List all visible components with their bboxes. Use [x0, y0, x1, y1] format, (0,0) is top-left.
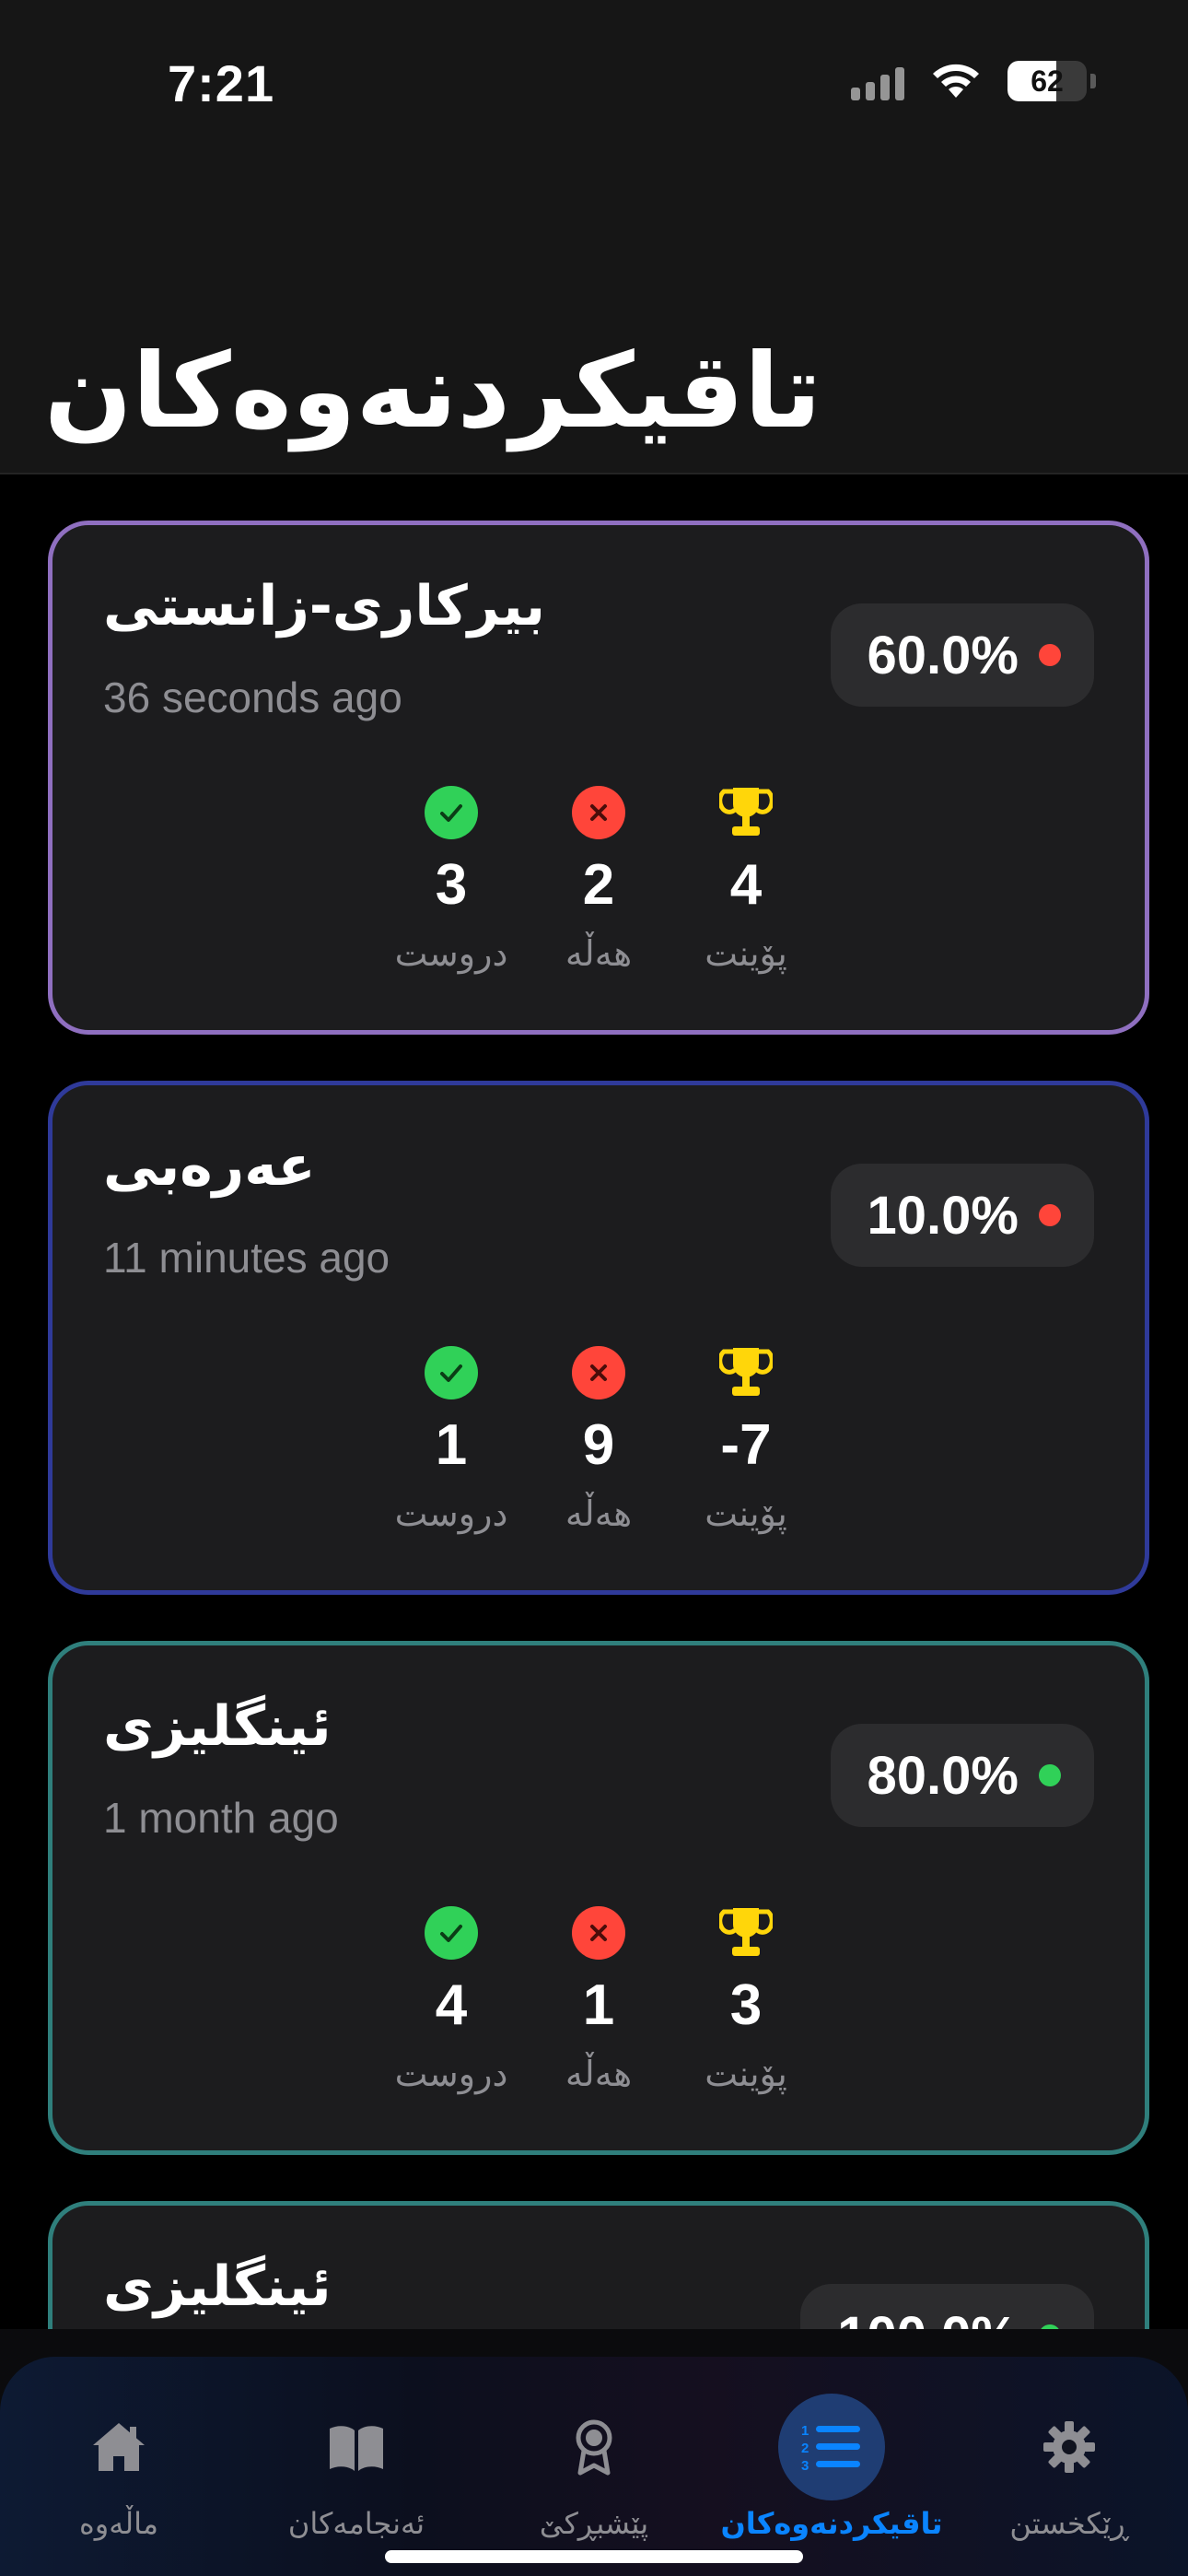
score-percent: 10.0% — [867, 1185, 1019, 1246]
score-badge: 60.0% — [830, 603, 1094, 707]
status-dot — [1039, 644, 1061, 666]
trophy-icon — [719, 786, 773, 839]
stats-row: 4 دروست 1 هەڵە 3 پۆینت — [52, 1906, 1145, 2094]
tab-home[interactable]: ماڵەوە — [4, 2394, 234, 2541]
exam-card[interactable]: بیرکاری-زانستی 36 seconds ago 60.0% 3 در… — [48, 521, 1149, 1035]
points-count: -7 — [720, 1413, 772, 1477]
svg-text:1: 1 — [801, 2423, 809, 2439]
wrong-count: 9 — [582, 1413, 615, 1477]
correct-label: دروست — [394, 933, 508, 974]
screen: 7:21 62 تاقیکردنەوەکان بیرکاری-زانستی 36… — [0, 0, 1188, 2576]
exam-title: ئینگلیزی — [103, 2254, 332, 2319]
wifi-icon — [933, 64, 979, 98]
battery-level: 62 — [1031, 64, 1064, 98]
book-icon — [303, 2394, 410, 2500]
stat-wrong: 9 هەڵە — [525, 1346, 672, 1534]
tab-bar-inner: ماڵەوە ئەنجامەکان پێشبڕکێ 1 2 3 تاقیکردنەو… — [0, 2357, 1188, 2576]
wrong-label: هەڵە — [565, 1493, 633, 1534]
tab-label: ڕێکخستن — [1009, 2506, 1129, 2541]
stat-correct: 4 دروست — [378, 1906, 525, 2094]
points-count: 4 — [729, 853, 763, 917]
stat-wrong: 2 هەڵە — [525, 786, 672, 974]
correct-label: دروست — [394, 1493, 508, 1534]
wrong-label: هەڵە — [565, 933, 633, 974]
trophy-icon — [719, 1906, 773, 1960]
points-label: پۆینت — [705, 1493, 787, 1534]
battery-cap — [1090, 74, 1096, 88]
gear-icon — [1016, 2394, 1123, 2500]
trophy-icon — [719, 1346, 773, 1399]
stat-points: -7 پۆینت — [672, 1346, 820, 1534]
tab-label: ماڵەوە — [78, 2506, 158, 2541]
tab-gear[interactable]: ڕێکخستن — [954, 2394, 1184, 2541]
x-mark-icon — [572, 1906, 625, 1960]
stat-points: 3 پۆینت — [672, 1906, 820, 2094]
cellular-signal-icon — [851, 62, 904, 100]
checkmark-icon — [425, 1906, 478, 1960]
score-badge: 80.0% — [830, 1724, 1094, 1827]
exam-title: ئینگلیزی — [103, 1694, 332, 1759]
points-count: 3 — [729, 1973, 763, 2037]
status-icons: 62 — [851, 61, 1096, 101]
exam-title: بیرکاری-زانستی — [103, 574, 546, 638]
home-icon — [65, 2394, 172, 2500]
correct-count: 3 — [435, 853, 468, 917]
exam-time: 11 minutes ago — [103, 1234, 390, 1282]
wrong-count: 2 — [582, 853, 615, 917]
tab-label: پێشبڕکێ — [539, 2506, 649, 2541]
svg-text:3: 3 — [801, 2458, 809, 2474]
score-percent: 60.0% — [867, 625, 1019, 685]
stat-correct: 3 دروست — [378, 786, 525, 974]
exam-time: 36 seconds ago — [103, 673, 402, 721]
correct-count: 4 — [435, 1973, 468, 2037]
checkmark-icon — [425, 786, 478, 839]
exam-time: 1 month ago — [103, 1794, 339, 1842]
x-mark-icon — [572, 1346, 625, 1399]
status-dot — [1039, 1204, 1061, 1226]
status-dot — [1039, 1764, 1061, 1786]
x-mark-icon — [572, 786, 625, 839]
svg-text:2: 2 — [801, 2441, 809, 2456]
home-indicator[interactable] — [385, 2550, 803, 2563]
tab-book[interactable]: ئەنجامەکان — [241, 2394, 472, 2541]
exam-title: عەرەبی — [103, 1134, 316, 1199]
score-percent: 80.0% — [867, 1745, 1019, 1806]
exam-card[interactable]: عەرەبی 11 minutes ago 10.0% 1 دروست 9 هە… — [48, 1081, 1149, 1595]
tab-award[interactable]: پێشبڕکێ — [479, 2394, 709, 2541]
stat-points: 4 پۆینت — [672, 786, 820, 974]
page-title: تاقیکردنەوەکان — [44, 332, 821, 451]
stats-row: 1 دروست 9 هەڵە -7 پۆینت — [52, 1346, 1145, 1534]
wrong-count: 1 — [582, 1973, 615, 2037]
correct-count: 1 — [435, 1413, 468, 1477]
tab-label: ئەنجامەکان — [287, 2506, 425, 2541]
header: 7:21 62 تاقیکردنەوەکان — [0, 0, 1188, 474]
battery-icon: 62 — [1007, 61, 1087, 101]
correct-label: دروست — [394, 2054, 508, 2094]
wrong-label: هەڵە — [565, 2054, 633, 2094]
checkmark-icon — [425, 1346, 478, 1399]
tab-bar: ماڵەوە ئەنجامەکان پێشبڕکێ 1 2 3 تاقیکردنەو… — [0, 2329, 1188, 2576]
points-label: پۆینت — [705, 933, 787, 974]
exam-card[interactable]: ئینگلیزی 1 month ago 80.0% 4 دروست 1 هەڵ… — [48, 1641, 1149, 2155]
stats-row: 3 دروست 2 هەڵە 4 پۆینت — [52, 786, 1145, 974]
stat-wrong: 1 هەڵە — [525, 1906, 672, 2094]
tab-numbered-list[interactable]: 1 2 3 تاقیکردنەوەکان — [716, 2394, 947, 2541]
score-badge: 10.0% — [830, 1164, 1094, 1267]
tab-label: تاقیکردنەوەکان — [720, 2506, 943, 2541]
status-time: 7:21 — [168, 54, 275, 112]
points-label: پۆینت — [705, 2054, 787, 2094]
stat-correct: 1 دروست — [378, 1346, 525, 1534]
award-icon — [541, 2394, 647, 2500]
numbered-list-icon: 1 2 3 — [778, 2394, 885, 2500]
